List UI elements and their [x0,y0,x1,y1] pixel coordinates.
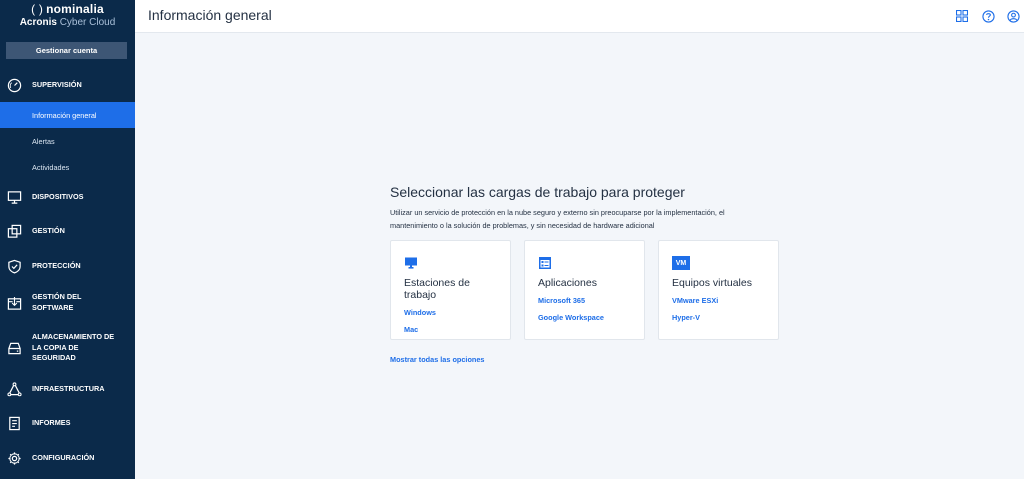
link-google-workspace[interactable]: Google Workspace [538,313,604,322]
nav-label-line: ALMACENAMIENTO DE [32,332,115,341]
logo-mark: ( ) [31,2,44,16]
nav-informes[interactable]: INFORMES [0,414,135,432]
brand-logo: ( ) nominalia Acronis Cyber Cloud [0,0,135,34]
application-icon [538,256,552,270]
brand-name: nominalia [46,2,104,16]
nav-configuracion[interactable]: CONFIGURACIÓN [0,449,135,467]
nav-label: CONFIGURACIÓN [32,452,95,462]
show-all-options-link[interactable]: Mostrar todas las opciones [390,355,484,364]
top-header: Información general [135,0,1024,33]
nav-label-line: SEGURIDAD [32,353,76,362]
card-title-line: Estaciones de [404,277,470,289]
link-hyper-v[interactable]: Hyper-V [672,313,700,322]
workloads-description: Utilizar un servicio de protección en la… [390,207,790,232]
help-icon[interactable] [981,9,995,23]
nav-label: INFRAESTRUCTURA [32,383,105,393]
report-icon [6,415,22,431]
nav-label: ALMACENAMIENTO DE LA COPIA DE SEGURIDAD [32,332,114,364]
card-applications[interactable]: Aplicaciones Microsoft 365 Google Worksp… [524,240,645,340]
nav-label-line: LA COPIA DE [32,342,79,352]
link-vmware-esxi[interactable]: VMware ESXi [672,296,718,305]
desktop-icon [404,256,418,270]
manage-account-button[interactable]: Gestionar cuenta [6,42,127,59]
shield-icon [6,258,22,274]
description-line: mantenimiento o la solución de problemas… [390,220,655,230]
gauge-icon [6,77,22,93]
acronis-label: Acronis [19,17,57,28]
sidebar-item-actividades[interactable]: Actividades [0,154,135,180]
nav-label-line: SOFTWARE [32,302,74,312]
vm-icon: VM [672,256,690,270]
management-icon [6,223,22,239]
user-account-icon[interactable] [1006,9,1020,23]
nav-label: DISPOSITIVOS [32,191,84,201]
workloads-title: Seleccionar las cargas de trabajo para p… [390,184,685,200]
sidebar: ( ) nominalia Acronis Cyber Cloud Gestion… [0,0,135,479]
apps-grid-icon[interactable] [955,9,969,23]
link-mac[interactable]: Mac [404,325,418,334]
page-title: Información general [148,7,272,23]
nav-gestion-software[interactable]: GESTIÓN DEL SOFTWARE [0,291,135,315]
cyber-cloud-label: Cyber Cloud [59,17,116,28]
card-title: Estaciones de trabajo [404,277,470,301]
nav-label: SUPERVISIÓN [32,79,82,89]
nav-infraestructura[interactable]: INFRAESTRUCTURA [0,380,135,398]
storage-icon [6,340,22,356]
nav-label: GESTIÓN DEL SOFTWARE [32,292,81,313]
monitor-icon [6,189,22,205]
card-workstations[interactable]: Estaciones de trabajo Windows Mac [390,240,511,340]
nav-label: GESTIÓN [32,225,65,235]
card-title: Aplicaciones [538,277,597,289]
nav-label-line: GESTIÓN DEL [32,292,82,301]
nav-gestion[interactable]: GESTIÓN [0,222,135,240]
card-title-line: trabajo [404,289,437,301]
card-title: Equipos virtuales [672,277,752,289]
nav-dispositivos[interactable]: DISPOSITIVOS [0,188,135,206]
nav-supervision[interactable]: SUPERVISIÓN [0,76,135,94]
sidebar-item-alertas[interactable]: Alertas [0,128,135,154]
nav-almacenamiento[interactable]: ALMACENAMIENTO DE LA COPIA DE SEGURIDAD [0,331,135,365]
nav-label: PROTECCIÓN [32,260,81,270]
link-microsoft-365[interactable]: Microsoft 365 [538,296,585,305]
sidebar-item-informacion-general[interactable]: Información general [0,102,135,128]
card-virtual-machines[interactable]: VM Equipos virtuales VMware ESXi Hyper-V [658,240,779,340]
gear-icon [6,450,22,466]
nav-proteccion[interactable]: PROTECCIÓN [0,257,135,275]
link-windows[interactable]: Windows [404,308,436,317]
software-icon [6,295,22,311]
network-icon [6,381,22,397]
nav-label: INFORMES [32,417,71,427]
description-line: Utilizar un servicio de protección en la… [390,208,725,217]
